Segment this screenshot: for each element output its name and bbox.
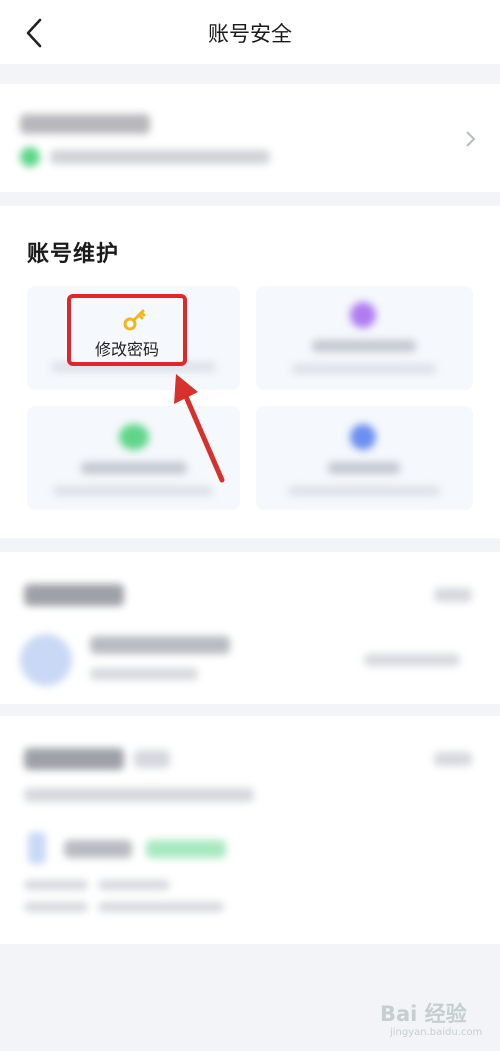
login-records-card[interactable] — [0, 552, 500, 704]
account-maintenance-card: 账号维护 修改密码 — [0, 206, 500, 538]
watermark-logo: Bai 经验 — [380, 1002, 467, 1026]
change-password-label: 修改密码 — [94, 340, 159, 359]
tile-2[interactable] — [256, 286, 473, 390]
highlight-box[interactable]: 修改密码 — [67, 294, 187, 366]
account-status-card[interactable] — [0, 84, 500, 192]
watermark-site: jingyan.baidu.com — [390, 1027, 483, 1038]
page-title: 账号安全 — [208, 22, 292, 46]
annotation-arrow — [174, 374, 225, 483]
device-management-card[interactable] — [0, 716, 500, 944]
tile-4[interactable] — [256, 406, 473, 510]
key-icon — [123, 309, 146, 331]
chevron-right-icon — [466, 131, 476, 147]
baidu-watermark: Bai 经验 jingyan.baidu.com — [380, 994, 496, 1046]
section-title: 账号维护 — [27, 242, 120, 267]
top-bar: 账号安全 — [0, 0, 500, 64]
